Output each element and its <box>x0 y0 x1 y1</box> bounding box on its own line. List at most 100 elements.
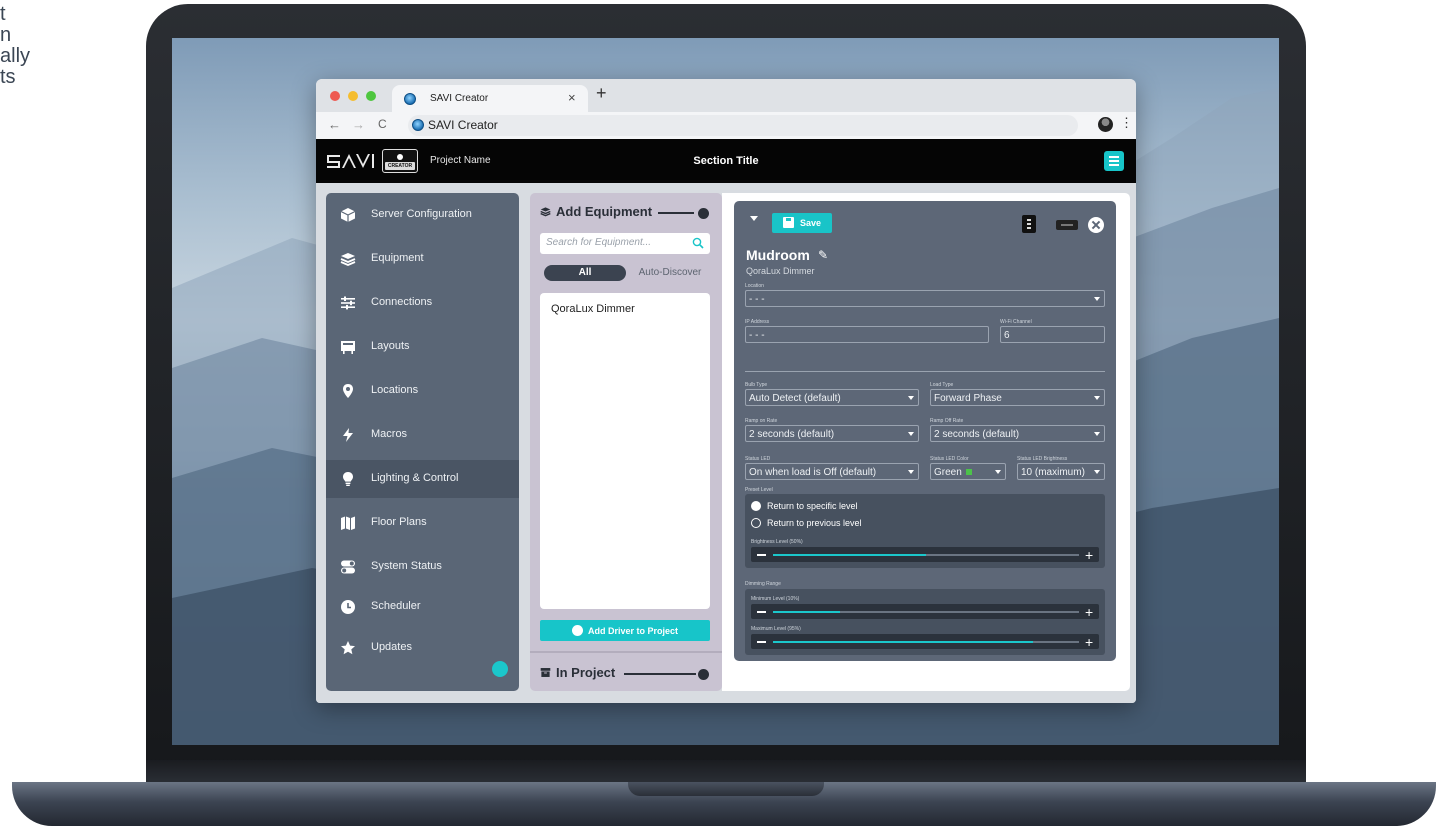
preset-level-label: Preset Level <box>745 487 773 493</box>
close-window-dot[interactable] <box>330 91 340 101</box>
sidebar-item-scheduler[interactable]: Scheduler <box>326 588 519 626</box>
menu-line <box>1109 160 1119 162</box>
profile-avatar[interactable] <box>1098 117 1113 132</box>
add-equipment-panel: Add Equipment Search for Equipment... Al… <box>530 193 722 691</box>
toggle-icon <box>341 560 355 574</box>
new-tab-icon[interactable]: + <box>596 84 607 102</box>
forward-icon[interactable]: → <box>352 117 365 132</box>
server-icon <box>340 208 356 222</box>
sidebar-item-label: Scheduler <box>371 600 421 612</box>
floor-plan-icon <box>341 516 355 530</box>
sidebar-item-system-status[interactable]: System Status <box>326 548 519 586</box>
expand-section-icon[interactable] <box>698 669 709 680</box>
minimum-level-slider[interactable]: + <box>751 604 1099 619</box>
status-led-select[interactable]: On when load is Off (default) <box>745 463 919 480</box>
minimum-level-label: Minimum Level (10%) <box>751 596 800 602</box>
maximize-window-dot[interactable] <box>366 91 376 101</box>
maximum-level-label: Maximum Level (95%) <box>751 626 801 632</box>
status-led-brightness-select[interactable]: 10 (maximum) <box>1017 463 1105 480</box>
minus-icon[interactable] <box>757 641 766 643</box>
ramp-off-rate-select[interactable]: 2 seconds (default) <box>930 425 1105 442</box>
marketing-line: ts <box>0 66 16 88</box>
sidebar-item-updates[interactable]: Updates <box>326 629 519 667</box>
load-type-select[interactable]: Forward Phase <box>930 389 1105 406</box>
brightness-slider[interactable]: + <box>751 547 1099 562</box>
sidebar-item-macros[interactable]: Macros <box>326 416 519 454</box>
sidebar-item-layouts[interactable]: Layouts <box>326 328 519 366</box>
status-led-label: Status LED <box>745 456 771 462</box>
radio-specific-level[interactable] <box>751 501 761 511</box>
bulb-type-select[interactable]: Auto Detect (default) <box>745 389 919 406</box>
minus-icon[interactable] <box>757 611 766 613</box>
location-select[interactable]: - - - <box>745 290 1105 307</box>
filter-all-button[interactable]: All <box>544 265 626 281</box>
save-button[interactable]: Save <box>772 213 832 233</box>
in-project-heading: In Project <box>556 665 616 680</box>
location-label: Location <box>745 283 764 289</box>
ramp-on-rate-select[interactable]: 2 seconds (default) <box>745 425 919 442</box>
minimize-window-dot[interactable] <box>348 91 358 101</box>
minus-icon[interactable] <box>757 554 766 556</box>
marketing-line: t <box>0 3 6 25</box>
dimming-range-panel: Minimum Level (10%) + Maximum Level (95%… <box>745 589 1105 655</box>
equipment-search-input[interactable]: Search for Equipment... <box>540 233 710 254</box>
add-equipment-heading: Add Equipment <box>556 204 653 219</box>
status-led-brightness-label: Status LED Brightness <box>1017 456 1068 462</box>
sidebar-item-connections[interactable]: Connections <box>326 284 519 322</box>
maximum-level-slider[interactable]: + <box>751 634 1099 649</box>
sidebar-item-lighting-control[interactable]: Lighting & Control <box>326 460 519 498</box>
status-led-color-select[interactable]: Green <box>930 463 1006 480</box>
plus-icon[interactable]: + <box>1085 605 1093 619</box>
list-item[interactable]: QoraLux Dimmer <box>551 303 635 315</box>
back-icon[interactable]: ← <box>328 117 341 132</box>
sidebar-item-label: Lighting & Control <box>371 472 459 484</box>
section-divider <box>530 651 722 653</box>
wifi-channel-field[interactable]: 6 <box>1000 326 1105 343</box>
device-module-icon[interactable] <box>1056 220 1078 230</box>
ramp-on-value: 2 seconds (default) <box>749 429 835 440</box>
chevron-down-icon <box>908 470 914 474</box>
ip-address-field[interactable]: - - - <box>745 326 989 343</box>
sidebar-item-server-configuration[interactable]: Server Configuration <box>326 196 519 234</box>
sidebar-item-label: System Status <box>371 560 442 572</box>
plus-icon[interactable]: + <box>1085 548 1093 562</box>
plus-circle-icon <box>572 625 583 636</box>
device-card: Save Mudroom ✎ QoraLux Dimmer Location -… <box>734 201 1116 661</box>
chevron-down-icon <box>1094 432 1100 436</box>
reload-icon[interactable]: C <box>378 117 387 131</box>
collapse-section-icon[interactable] <box>698 208 709 219</box>
browser-tab[interactable]: SAVI Creator × <box>392 85 588 112</box>
collapse-card-icon[interactable] <box>750 216 758 221</box>
radio-previous-level[interactable] <box>751 518 761 528</box>
radio-label: Return to previous level <box>767 518 862 528</box>
sidebar-item-label: Macros <box>371 428 408 440</box>
wifi-channel-label: Wi-Fi Channel <box>1000 319 1032 325</box>
load-type-label: Load Type <box>930 382 954 388</box>
collapse-sidebar-icon[interactable] <box>492 661 508 677</box>
sidebar-item-label: Locations <box>371 384 419 396</box>
tab-close-icon[interactable]: × <box>568 90 576 105</box>
ramp-on-label: Ramp on Rate <box>745 418 778 424</box>
plus-icon[interactable]: + <box>1085 635 1093 649</box>
floppy-disk-icon <box>783 217 794 228</box>
menu-line <box>1109 164 1119 166</box>
sidebar-item-locations[interactable]: Locations <box>326 372 519 410</box>
edit-name-icon[interactable]: ✎ <box>818 248 828 262</box>
browser-menu-icon[interactable]: ⋮ <box>1120 115 1133 131</box>
hamburger-menu-button[interactable] <box>1104 151 1124 171</box>
sidebar-item-label: Layouts <box>371 340 410 352</box>
load-type-value: Forward Phase <box>934 393 1002 404</box>
remote-icon[interactable] <box>1022 215 1036 233</box>
marketing-line: ally <box>0 45 31 67</box>
search-icon[interactable] <box>692 237 704 249</box>
filter-auto-discover-button[interactable]: Auto-Discover <box>630 267 710 278</box>
sidebar-item-equipment[interactable]: Equipment <box>326 240 519 278</box>
address-bar[interactable]: SAVI Creator <box>408 115 1078 136</box>
tab-strip: SAVI Creator × + <box>316 79 1136 112</box>
add-driver-button[interactable]: Add Driver to Project <box>540 620 710 641</box>
chevron-down-icon <box>1094 470 1100 474</box>
save-label: Save <box>800 218 822 228</box>
sidebar-item-floor-plans[interactable]: Floor Plans <box>326 504 519 542</box>
add-driver-label: Add Driver to Project <box>588 626 679 636</box>
close-icon[interactable] <box>1088 217 1104 233</box>
